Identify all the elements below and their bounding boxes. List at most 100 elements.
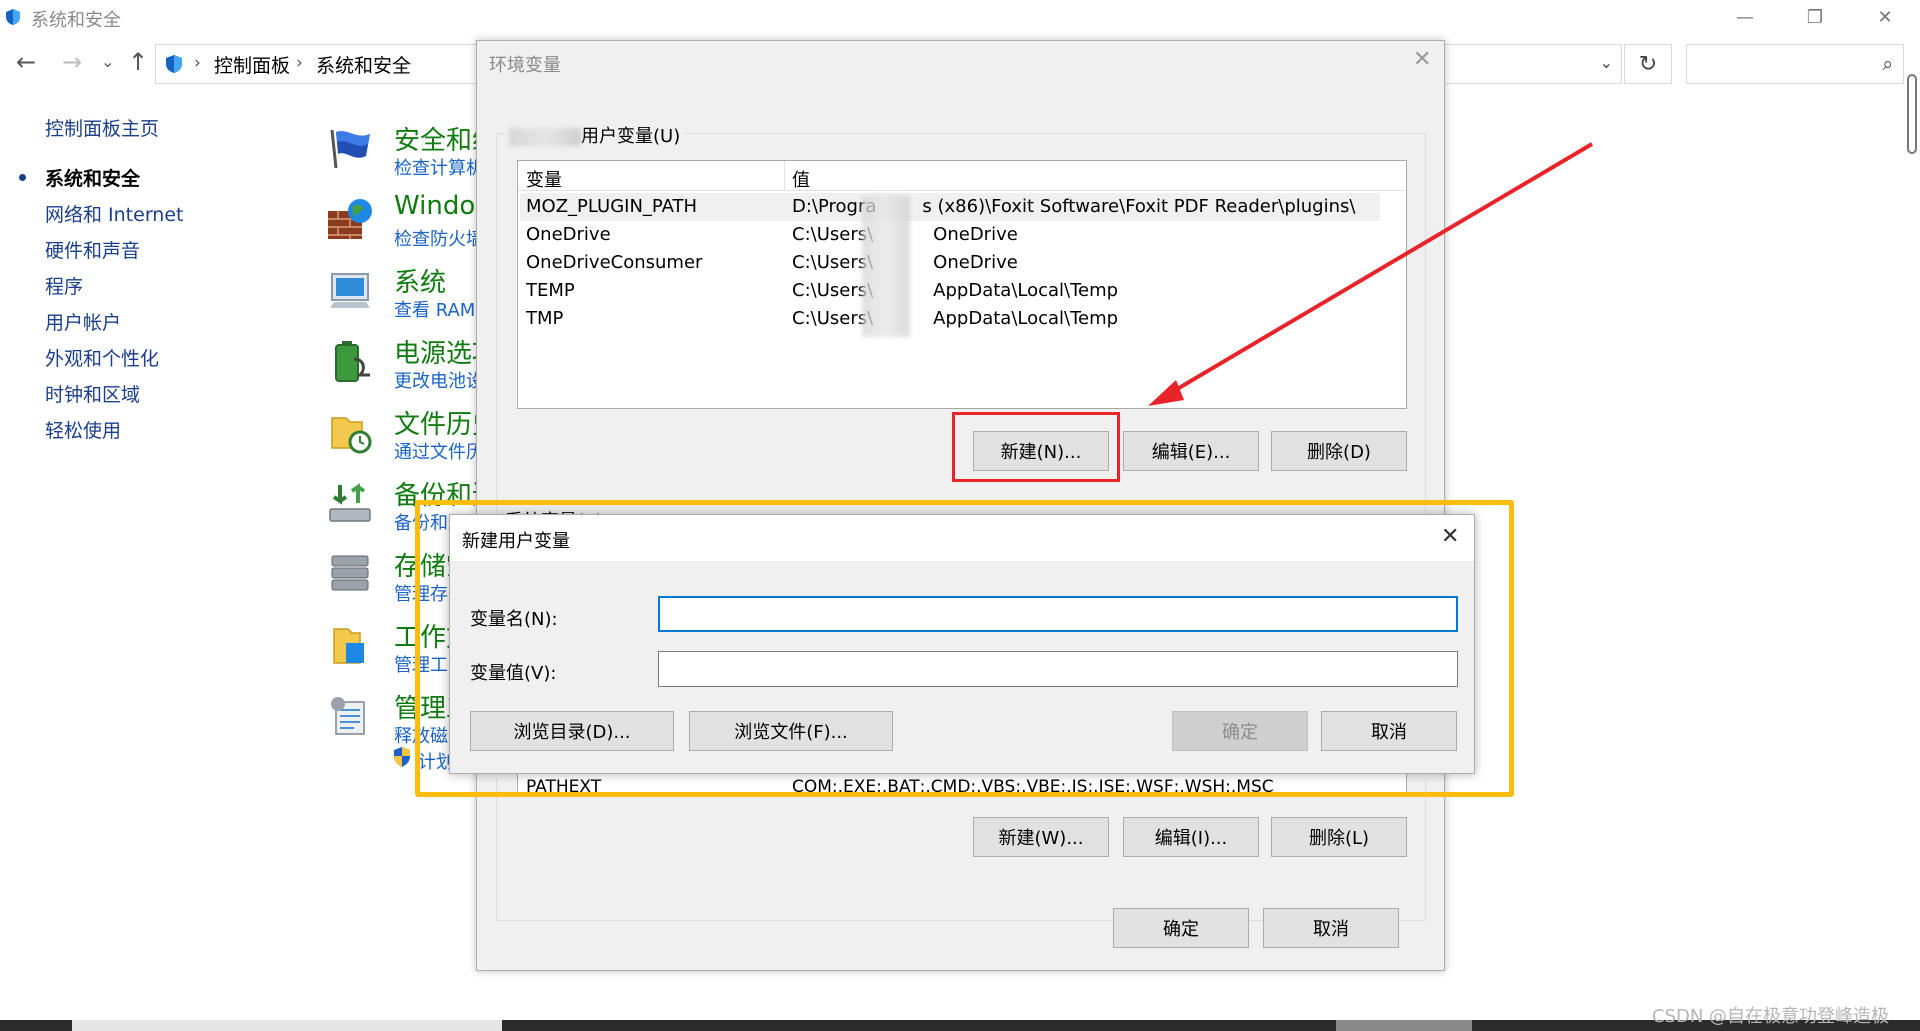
search-icon: ⌕	[1882, 53, 1893, 75]
dialog-title: 环境变量	[489, 55, 561, 76]
battery-icon	[335, 341, 370, 382]
sidebar-item-network[interactable]: 网络和 Internet	[45, 200, 183, 227]
search-input[interactable]: ⌕	[1686, 44, 1904, 84]
user-variables-table[interactable]: 变量 值 MOZ_PLUGIN_PATH D:\Progra s (x86)\Fo…	[517, 160, 1407, 409]
column-header-variable[interactable]: 变量	[526, 166, 562, 192]
variable-value-start: C:\Users\	[792, 308, 874, 329]
variable-value-start: C:\Users\	[792, 280, 874, 301]
storage-icon	[331, 555, 369, 591]
variable-name: OneDrive	[526, 224, 611, 245]
title-bar: 系统和安全 — ❐ ✕	[0, 0, 1920, 34]
user-edit-button[interactable]: 编辑(E)...	[1123, 431, 1259, 471]
category-link[interactable]: 检查防火墙	[394, 225, 484, 251]
user-variables-label-text: 用户变量(U)	[581, 126, 681, 147]
breadcrumb-control-panel[interactable]: 控制面板	[214, 51, 290, 78]
close-icon: ✕	[1877, 6, 1893, 28]
category-link[interactable]: 更改电池设	[394, 367, 484, 393]
history-dropdown-icon[interactable]: ⌄	[101, 52, 114, 71]
redaction-blur	[862, 195, 910, 337]
watermark: CSDN @自在极意功登峰造极	[1652, 1006, 1890, 1027]
category-power[interactable]: 电源选项 更改电池设	[326, 333, 498, 395]
variable-value-start: C:\Users\	[792, 224, 874, 245]
table-row[interactable]: TEMP C:\Users\ AppData\Local\Temp	[520, 277, 1380, 305]
work-folders-icon	[333, 628, 364, 664]
variable-name: TMP	[526, 308, 564, 329]
minimize-button[interactable]: —	[1710, 0, 1780, 34]
variable-value-end: OneDrive	[933, 252, 1018, 273]
uac-shield-icon	[394, 747, 410, 767]
control-panel-icon	[166, 55, 182, 73]
flag-icon	[330, 129, 370, 169]
sidebar-item-hardware[interactable]: 硬件和声音	[45, 236, 140, 263]
scrollbar-thumb[interactable]	[1907, 74, 1917, 154]
variable-name: MOZ_PLUGIN_PATH	[526, 196, 698, 217]
sidebar-item-system-security[interactable]: 系统和安全	[45, 164, 140, 191]
redacted-username	[509, 128, 581, 146]
breadcrumb-system-security[interactable]: 系统和安全	[316, 51, 411, 78]
close-button[interactable]: ✕	[1850, 0, 1920, 34]
forward-icon[interactable]: →	[62, 48, 82, 76]
restore-button[interactable]: ❐	[1780, 0, 1850, 34]
close-icon[interactable]: ✕	[1413, 47, 1431, 72]
taskbar-segment	[72, 1020, 502, 1031]
shield-icon	[6, 9, 20, 25]
active-bullet	[19, 174, 26, 181]
category-security-maintenance[interactable]: 安全和维 检查计算机	[326, 120, 498, 182]
column-separator[interactable]	[784, 161, 785, 191]
taskbar-segment	[1336, 1020, 1472, 1031]
window-title: 系统和安全	[31, 10, 121, 31]
admin-tools-icon	[331, 697, 365, 735]
category-file-history[interactable]: 文件历史 通过文件历	[326, 404, 498, 466]
scrollbar[interactable]	[1904, 66, 1920, 966]
backup-icon	[329, 483, 371, 522]
table-row[interactable]: OneDrive C:\Users\ OneDrive	[520, 221, 1380, 249]
system-delete-button[interactable]: 删除(L)	[1271, 817, 1407, 857]
variable-value-start: C:\Users\	[792, 252, 874, 273]
variable-value-end: OneDrive	[933, 224, 1018, 245]
variable-name: OneDriveConsumer	[526, 252, 703, 273]
env-ok-button[interactable]: 确定	[1113, 908, 1249, 948]
system-edit-button[interactable]: 编辑(I)...	[1123, 817, 1259, 857]
breadcrumb-separator: ›	[194, 53, 201, 73]
category-link[interactable]: 查看 RAM	[394, 296, 475, 322]
category-firewall[interactable]: Windov 检查防火墙	[326, 191, 491, 253]
variable-value: C:\Users\ AppData\Local\Temp	[792, 308, 1118, 329]
up-icon[interactable]: ↑	[128, 48, 148, 76]
user-variables-label: 用户变量(U)	[505, 122, 685, 148]
refresh-icon: ↻	[1638, 51, 1658, 77]
category-system[interactable]: 系统 查看 RAM	[326, 262, 486, 324]
system-new-button[interactable]: 新建(W)...	[973, 817, 1109, 857]
sidebar-item-appearance[interactable]: 外观和个性化	[45, 344, 159, 371]
refresh-button[interactable]: ↻	[1624, 44, 1672, 84]
user-delete-button[interactable]: 删除(D)	[1271, 431, 1407, 471]
table-row[interactable]: TMP C:\Users\ AppData\Local\Temp	[520, 305, 1380, 333]
category-link[interactable]: 通过文件历	[394, 438, 484, 464]
sidebar-item-ease-of-access[interactable]: 轻松使用	[45, 416, 121, 443]
variable-name: TEMP	[526, 280, 575, 301]
restore-icon: ❐	[1806, 6, 1824, 28]
firewall-icon	[328, 199, 372, 239]
env-cancel-button[interactable]: 取消	[1263, 908, 1399, 948]
variable-value-end: AppData\Local\Temp	[933, 308, 1119, 329]
category-title[interactable]: 系统	[394, 262, 446, 299]
column-header-value[interactable]: 值	[792, 166, 810, 192]
breadcrumb-separator: ›	[296, 53, 303, 73]
back-icon[interactable]: ←	[16, 48, 36, 76]
monitor-icon	[330, 273, 370, 308]
sidebar-item-clock-region[interactable]: 时钟和区域	[45, 380, 140, 407]
minimize-icon: —	[1736, 6, 1754, 28]
taskbar	[0, 1020, 1920, 1031]
highlight-box-orange	[415, 500, 1514, 797]
file-history-icon	[331, 417, 372, 454]
highlight-box-red	[952, 412, 1120, 482]
table-row[interactable]: OneDriveConsumer C:\Users\ OneDrive	[520, 249, 1380, 277]
sidebar-item-programs[interactable]: 程序	[45, 272, 83, 299]
variable-value: C:\Users\ AppData\Local\Temp	[792, 280, 1118, 301]
variable-value-end: s (x86)\Foxit Software\Foxit PDF Reader\…	[922, 196, 1356, 217]
sidebar-item-user-accounts[interactable]: 用户帐户	[45, 308, 121, 335]
category-link[interactable]: 检查计算机	[394, 154, 484, 180]
sidebar-item-home[interactable]: 控制面板主页	[45, 114, 159, 141]
address-dropdown-icon[interactable]: ⌄	[1600, 53, 1613, 72]
variable-value-end: AppData\Local\Temp	[933, 280, 1119, 301]
table-row[interactable]: MOZ_PLUGIN_PATH D:\Progra s (x86)\Foxit S…	[520, 193, 1380, 221]
